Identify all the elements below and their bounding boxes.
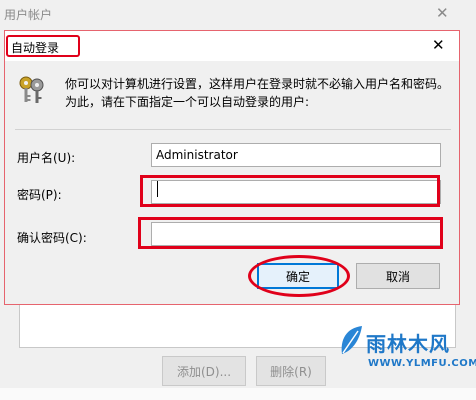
background-window-title: 用户帐户 <box>4 8 53 22</box>
background-close-icon[interactable]: ✕ <box>436 4 449 22</box>
add-user-button[interactable]: 添加(D)... <box>162 356 246 386</box>
watermark-url: WWW.YLMFU.COM <box>368 358 476 369</box>
close-icon[interactable]: ✕ <box>432 38 445 53</box>
confirm-annotation-box <box>138 217 443 249</box>
password-annotation-box <box>140 175 440 207</box>
divider <box>15 129 451 130</box>
dialog-description: 你可以对计算机进行设置，这样用户在登录时就不必输入用户名和密码。为此，请在下面指… <box>65 77 450 109</box>
password-label: 密码(P): <box>17 188 62 202</box>
watermark-leaf-icon <box>341 326 362 354</box>
watermark-logo: 雨林木风 WWW.YLMFU.COM <box>338 322 476 392</box>
username-label: 用户名(U): <box>17 151 76 165</box>
dialog-titlebar: 自动登录 ✕ <box>5 31 459 61</box>
username-field[interactable] <box>151 143 441 167</box>
keys-icon <box>19 76 44 103</box>
ok-annotation-ellipse <box>248 255 350 297</box>
auto-login-dialog: 自动登录 ✕ 你可以对计算机进行设置，这样用户在登录时就不必输入用户名和密码。为… <box>4 30 460 305</box>
confirm-password-label: 确认密码(C): <box>17 231 87 245</box>
title-annotation-box <box>6 35 80 57</box>
cancel-button[interactable]: 取消 <box>356 263 440 289</box>
watermark-text: 雨林木风 <box>366 332 450 356</box>
delete-user-button[interactable]: 删除(R) <box>256 356 326 386</box>
